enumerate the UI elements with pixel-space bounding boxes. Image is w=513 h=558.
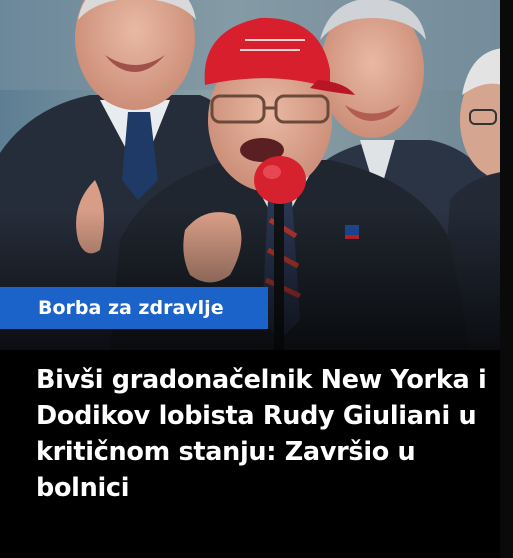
category-badge[interactable]: Borba za zdravlje bbox=[0, 287, 268, 329]
scrollbar-track[interactable] bbox=[500, 0, 513, 558]
category-label: Borba za zdravlje bbox=[38, 297, 224, 319]
news-card[interactable]: Borba za zdravlje Bivši gradonačelnik Ne… bbox=[0, 0, 513, 558]
article-headline[interactable]: Bivši gradonačelnik New Yorka i Dodikov … bbox=[36, 362, 491, 506]
